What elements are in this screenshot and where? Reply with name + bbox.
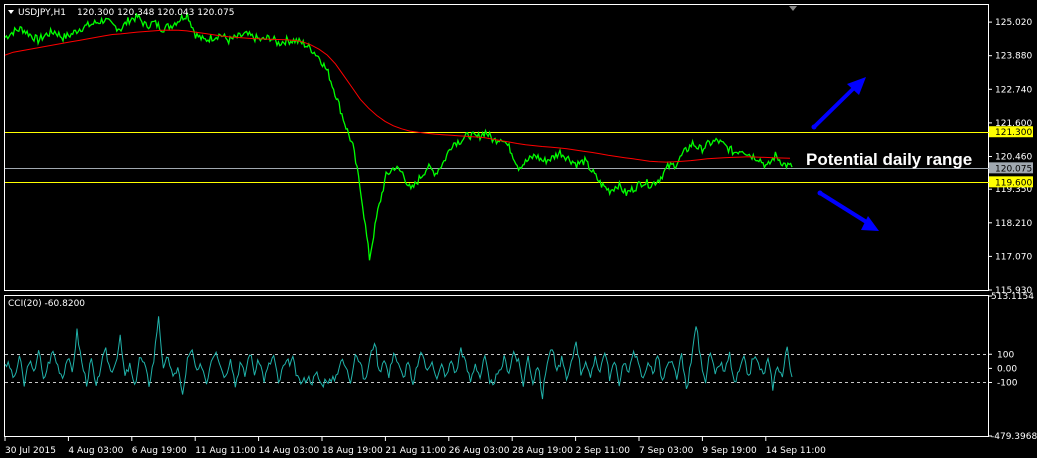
- level-label: 120.075: [995, 164, 1032, 174]
- moving-average-line: [4, 29, 791, 163]
- cci-tick-label: 100: [997, 350, 1014, 360]
- time-tick-label: 6 Aug 19:00: [132, 446, 187, 456]
- cci-tick-label: 513.1154: [991, 292, 1034, 302]
- price-axis: 125.020123.880122.740121.600120.460119.3…: [989, 18, 1033, 296]
- price-tick-label: 122.740: [995, 85, 1032, 95]
- time-tick-label: 14 Sep 11:00: [766, 446, 826, 456]
- cci-plot-area: [4, 316, 989, 400]
- time-tick-label: 21 Aug 11:00: [385, 446, 446, 456]
- time-tick-label: 7 Sep 03:00: [639, 446, 694, 456]
- time-tick-label: 26 Aug 03:00: [449, 446, 510, 456]
- time-tick-label: 11 Aug 11:00: [195, 446, 256, 456]
- time-tick-label: 9 Sep 19:00: [702, 446, 757, 456]
- time-tick-label: 18 Aug 19:00: [322, 446, 383, 456]
- time-tick-label: 4 Aug 03:00: [68, 446, 123, 456]
- shift-marker-icon[interactable]: [789, 6, 797, 11]
- cci-axis: 513.1154 100 0.00 -100 -479.3968: [989, 292, 1037, 442]
- price-tick-label: 123.880: [995, 52, 1032, 62]
- time-tick-label: 14 Aug 03:00: [259, 446, 320, 456]
- time-tick-label: 28 Aug 19:00: [512, 446, 573, 456]
- down-arrow-icon: [817, 190, 879, 231]
- time-tick-label: 30 Jul 2015: [5, 446, 56, 456]
- cci-tick-label: -100: [997, 378, 1018, 388]
- level-label: 119.600: [995, 178, 1032, 188]
- cci-tick-label: 0.00: [997, 364, 1017, 374]
- price-chart[interactable]: 125.020123.880122.740121.600120.460119.3…: [0, 0, 1037, 458]
- main-pane-frame: [4, 4, 989, 291]
- price-tick-label: 117.070: [995, 252, 1032, 262]
- time-tick-label: 2 Sep 11:00: [576, 446, 631, 456]
- price-tick-label: 118.210: [995, 219, 1032, 229]
- level-label: 121.300: [995, 128, 1032, 138]
- chart-symbol: USDJPY,H1: [18, 8, 66, 18]
- price-series-line: [4, 12, 793, 261]
- time-axis: 30 Jul 2015 4 Aug 03:00 6 Aug 19:00 11 Aug …: [4, 437, 826, 456]
- price-tick-label: 125.020: [995, 18, 1032, 28]
- cci-label: CCI(20) -60.8200: [8, 299, 85, 309]
- range-annotation: Potential daily range: [806, 150, 972, 169]
- symbol-dropdown-icon[interactable]: [8, 10, 14, 14]
- main-plot-area: [4, 12, 989, 261]
- up-arrow-icon: [811, 77, 866, 130]
- price-tick-label: 120.460: [995, 152, 1032, 162]
- cci-series-line: [4, 316, 793, 400]
- cci-tick-label: -479.3968: [991, 432, 1037, 442]
- chart-ohlc: 120.300 120.348 120.043 120.075: [77, 8, 234, 18]
